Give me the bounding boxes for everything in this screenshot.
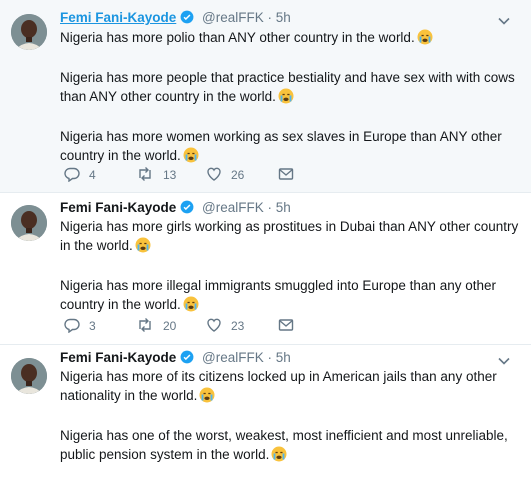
envelope-icon [278, 317, 294, 336]
verified-badge-icon [180, 10, 194, 27]
verified-badge-icon [180, 200, 194, 217]
tweet-paragraph: Nigeria has more girls working as prosti… [60, 217, 520, 258]
separator-dot: · [267, 350, 273, 365]
avatar[interactable] [11, 358, 47, 394]
retweet-count: 20 [163, 319, 177, 333]
author-name[interactable]: Femi Fani-Kayode [60, 10, 176, 25]
retweet-icon [136, 317, 154, 336]
avatar[interactable] [11, 14, 47, 50]
timestamp[interactable]: 5h [276, 10, 291, 25]
like-count: 26 [231, 168, 245, 182]
tweet-3[interactable]: Femi Fani-Kayode @realFFK · 5h Nigeria h… [0, 345, 531, 467]
reply-button[interactable]: 4 [64, 166, 96, 184]
tweet-paragraph: Nigeria has more polio than ANY other co… [60, 28, 520, 50]
reply-button[interactable]: 3 [64, 317, 96, 335]
retweet-button[interactable]: 13 [136, 166, 176, 184]
verified-badge-icon [180, 350, 194, 367]
crying-face-emoji [199, 387, 215, 408]
tweet-actions: 3 20 23 [60, 317, 360, 335]
crying-face-emoji [417, 29, 433, 50]
message-button[interactable] [278, 166, 294, 184]
crying-face-emoji [135, 237, 151, 258]
reply-icon [64, 166, 80, 185]
reply-count: 3 [89, 319, 96, 333]
author-name[interactable]: Femi Fani-Kayode [60, 350, 176, 365]
retweet-button[interactable]: 20 [136, 317, 176, 335]
chevron-down-icon[interactable] [497, 354, 511, 368]
tweet-2[interactable]: Femi Fani-Kayode @realFFK · 5h Nigeria h… [0, 193, 531, 345]
author-name[interactable]: Femi Fani-Kayode [60, 200, 176, 215]
retweet-icon [136, 166, 154, 185]
tweet-paragraph: Nigeria has more people that practice be… [60, 68, 520, 109]
like-button[interactable]: 23 [206, 317, 244, 335]
tweet-paragraph: Nigeria has one of the worst, weakest, m… [60, 426, 520, 467]
author-handle[interactable]: @realFFK [202, 200, 264, 215]
crying-face-emoji [278, 88, 294, 109]
crying-face-emoji [183, 296, 199, 317]
tweet-text: Nigeria has more polio than ANY other co… [60, 28, 520, 186]
like-count: 23 [231, 319, 245, 333]
heart-icon [206, 317, 222, 336]
heart-icon [206, 166, 222, 185]
tweet-actions: 4 13 26 [60, 166, 360, 184]
retweet-count: 13 [163, 168, 177, 182]
separator-dot: · [267, 10, 273, 25]
message-button[interactable] [278, 317, 294, 335]
tweet-text: Nigeria has more of its citizens locked … [60, 367, 520, 485]
timestamp[interactable]: 5h [276, 200, 291, 215]
tweet-paragraph: Nigeria has more illegal immigrants smug… [60, 276, 520, 317]
crying-face-emoji [271, 446, 287, 467]
reply-icon [64, 317, 80, 336]
like-button[interactable]: 26 [206, 166, 244, 184]
envelope-icon [278, 166, 294, 185]
timestamp[interactable]: 5h [276, 350, 291, 365]
tweet-paragraph: Nigeria has more of its citizens locked … [60, 367, 520, 408]
chevron-down-icon[interactable] [497, 14, 511, 28]
author-handle[interactable]: @realFFK [202, 10, 264, 25]
author-handle[interactable]: @realFFK [202, 350, 264, 365]
crying-face-emoji [183, 147, 199, 168]
avatar[interactable] [11, 205, 47, 241]
reply-count: 4 [89, 168, 96, 182]
tweet-1[interactable]: Femi Fani-Kayode @realFFK · 5h Nigeria h… [0, 0, 531, 193]
separator-dot: · [267, 200, 273, 215]
tweet-paragraph: Nigeria has more women working as sex sl… [60, 127, 520, 168]
